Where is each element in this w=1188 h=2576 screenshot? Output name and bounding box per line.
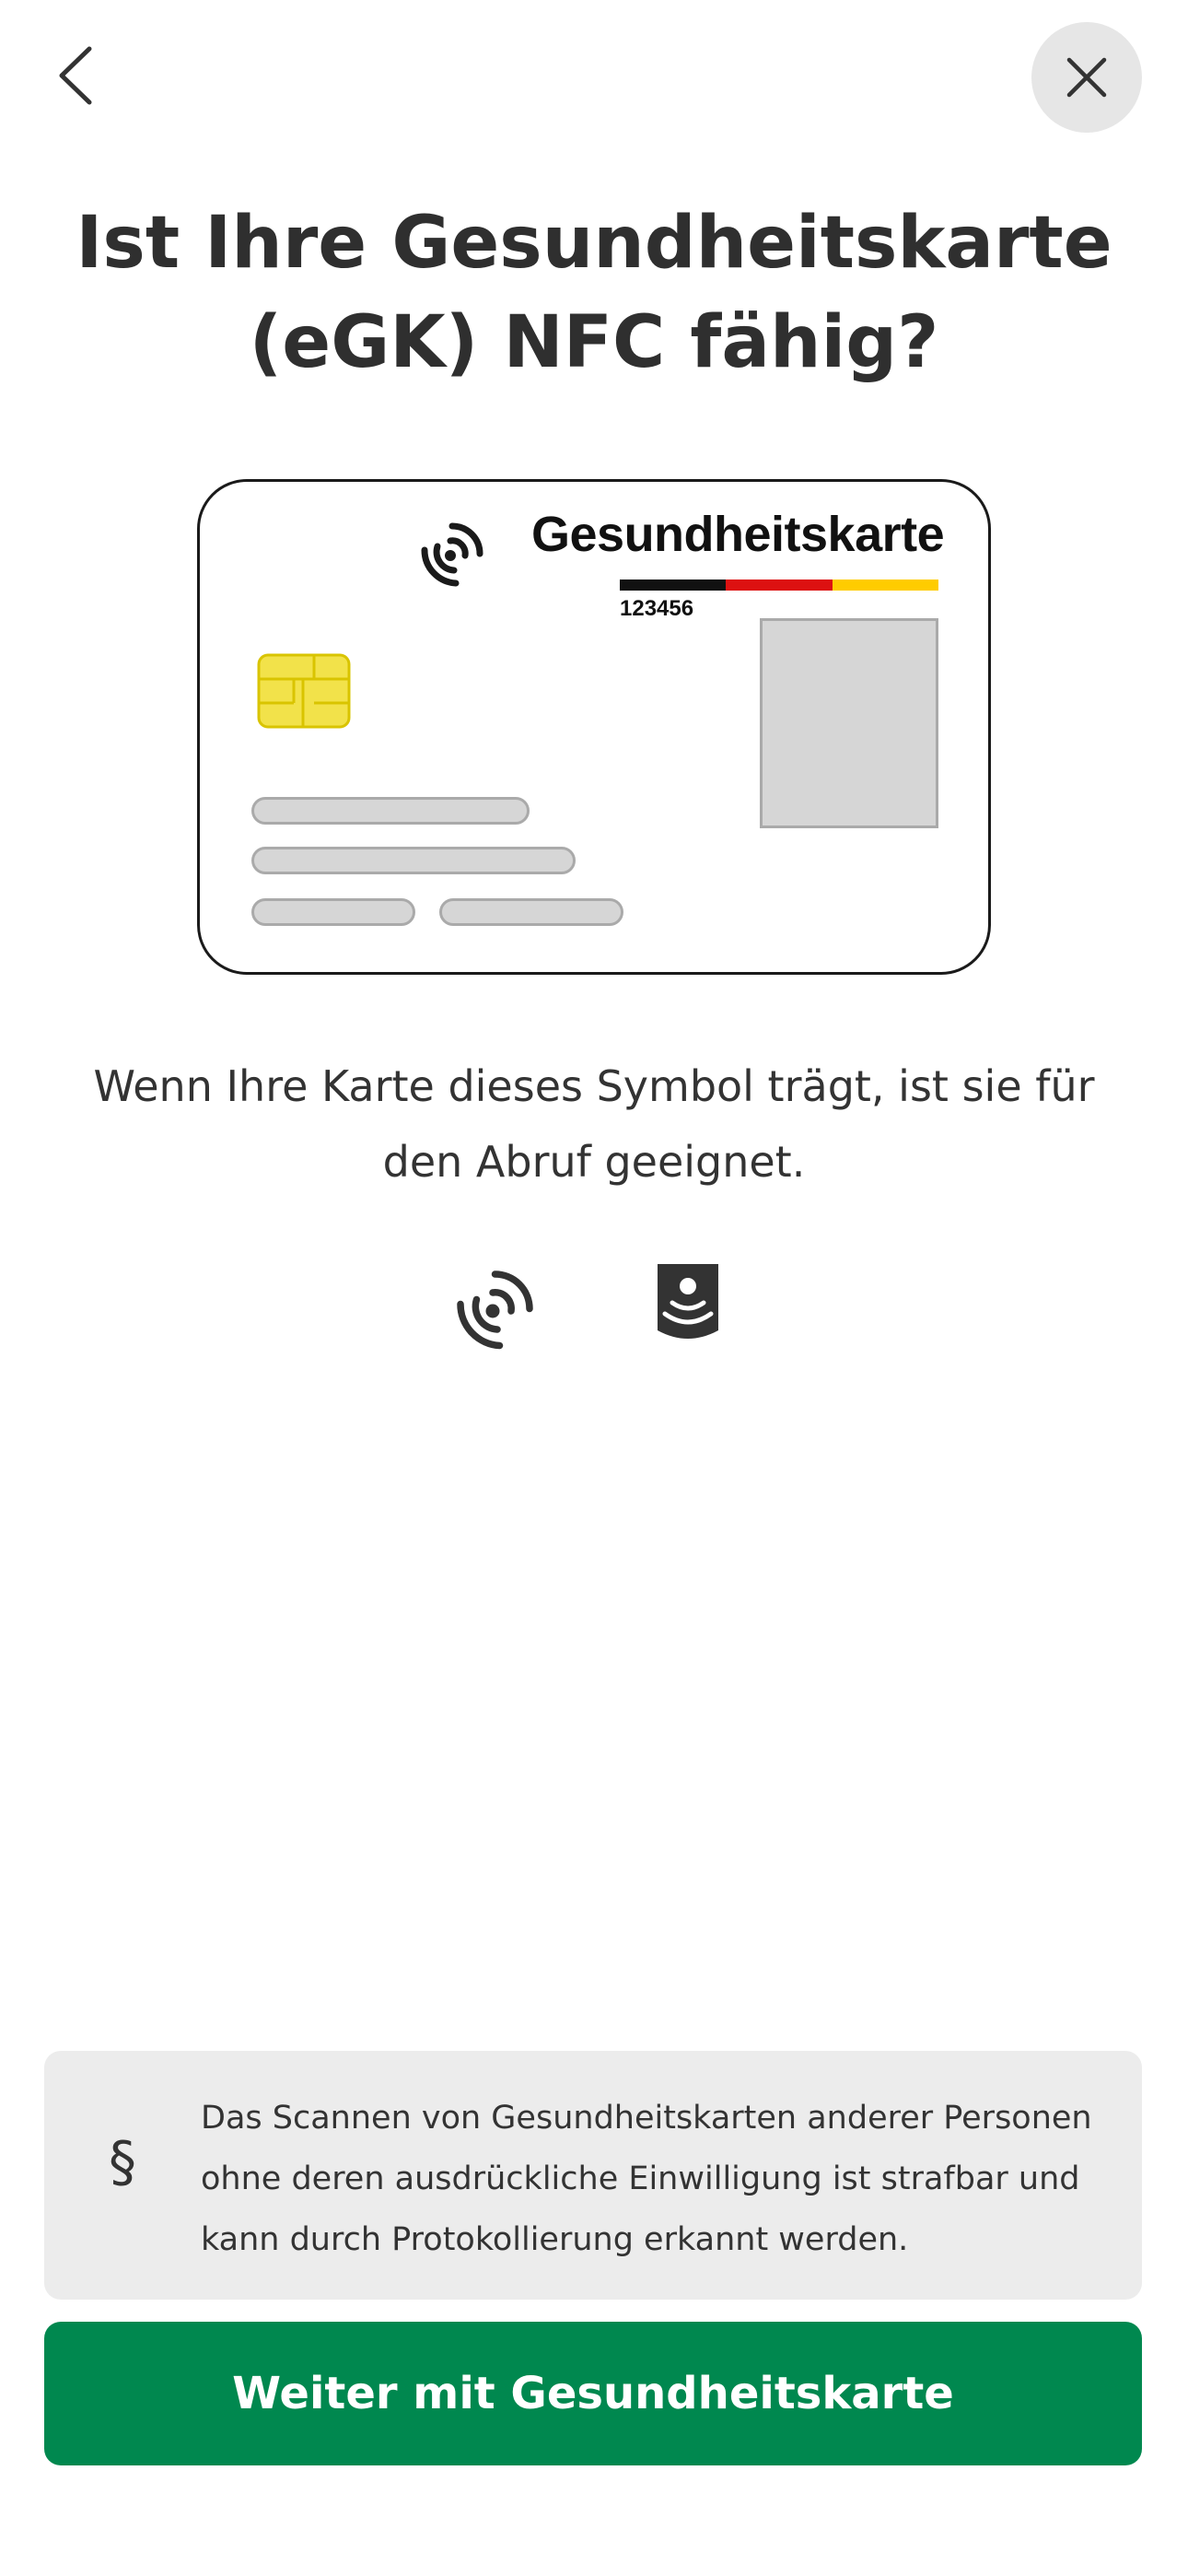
contactless-icon [421, 522, 483, 587]
close-icon [1066, 57, 1107, 98]
chevron-left-icon [59, 46, 92, 105]
page-title: Ist Ihre Gesundheitskarte (eGK) NFC fähi… [76, 202, 1112, 384]
card-photo-placeholder [760, 618, 938, 828]
contactless-icon [457, 1270, 533, 1350]
legal-notice-text: Das Scannen von Gesundheitskarten andere… [201, 2100, 1092, 2258]
card-text-line [439, 898, 623, 926]
continue-with-health-card-button[interactable]: Weiter mit Gesundheitskarte [44, 2322, 1142, 2465]
legal-notice: § Das Scannen von Gesundheitskarten ande… [44, 2051, 1142, 2300]
card-number: 123456 [620, 596, 694, 621]
chip-icon [257, 653, 351, 729]
card-text-line [251, 847, 576, 874]
description-text: Wenn Ihre Karte dieses Symbol trägt, ist… [93, 1061, 1095, 1187]
card-title: Gesundheitskarte [531, 507, 945, 562]
egk-nfc-icon [658, 1264, 718, 1339]
flag-black [620, 580, 727, 591]
flag-gold [832, 580, 938, 591]
card-text-line [251, 797, 530, 825]
health-card-illustration: Gesundheitskarte 123456 [197, 479, 991, 975]
german-flag-stripe [620, 580, 938, 591]
card-text-line [251, 898, 415, 926]
flag-red [726, 580, 833, 591]
close-button[interactable] [1031, 22, 1142, 133]
paragraph-icon: § [109, 2130, 136, 2195]
back-button[interactable] [37, 37, 114, 114]
